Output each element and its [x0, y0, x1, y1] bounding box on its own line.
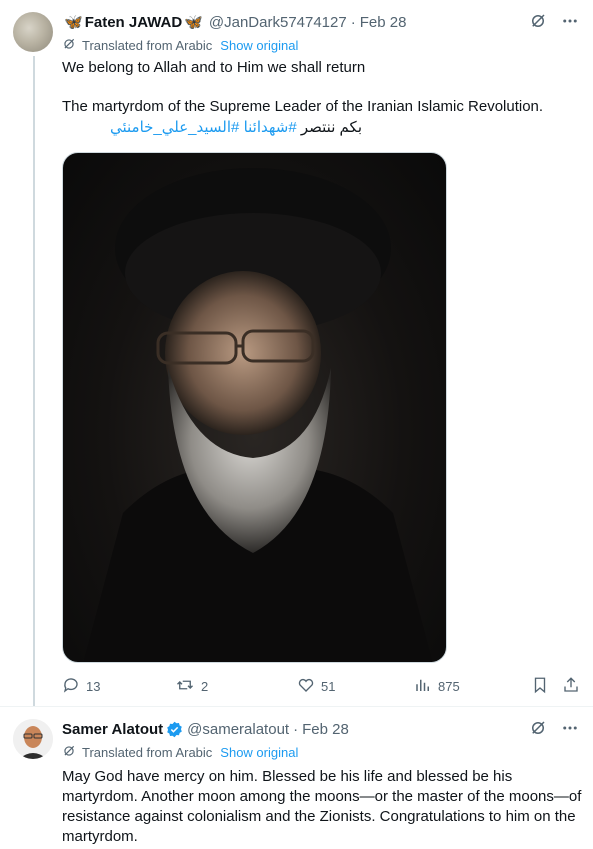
- tweet-faten-jawad[interactable]: 🦋 Faten JAWAD 🦋 @JanDark57474127 · Feb 2…: [0, 0, 593, 706]
- arabic-text: بكم ننتصر: [300, 119, 362, 136]
- tweet-header: 🦋 Faten JAWAD 🦋 @JanDark57474127 · Feb 2…: [62, 12, 406, 32]
- more-icon[interactable]: [561, 12, 579, 30]
- avatar[interactable]: [13, 719, 53, 759]
- grok-icon[interactable]: [529, 12, 547, 30]
- share-icon: [562, 676, 580, 697]
- tweet-samer-alatout[interactable]: Samer Alatout @sameralatout · Feb 28 Tra…: [0, 706, 593, 849]
- author-name[interactable]: Faten JAWAD: [85, 14, 183, 31]
- show-original-link[interactable]: Show original: [220, 38, 298, 53]
- repost-count: 2: [201, 679, 209, 694]
- thread-connector-line: [33, 56, 35, 706]
- tweet-top-actions: [529, 12, 579, 30]
- tweet-text-line: We belong to Allah and to Him we shall r…: [62, 59, 366, 76]
- tweet-date[interactable]: Feb 28: [302, 721, 349, 738]
- tweet-text: May God have mercy on him. Blessed be hi…: [62, 768, 582, 845]
- translated-label: Translated from Arabic: [82, 38, 213, 53]
- tweet-header: Samer Alatout @sameralatout · Feb 28: [62, 719, 349, 739]
- tweet-top-actions: [529, 719, 579, 737]
- author-handle[interactable]: @JanDark57474127: [209, 14, 347, 31]
- translated-label: Translated from Arabic: [82, 745, 213, 760]
- views-button[interactable]: 875: [414, 676, 460, 697]
- tweet-text-line: The martyrdom of the Supreme Leader of t…: [62, 98, 544, 115]
- bookmark-icon: [531, 676, 549, 697]
- like-button[interactable]: 51: [297, 676, 335, 697]
- like-icon: [297, 676, 315, 697]
- author-handle[interactable]: @sameralatout: [187, 721, 289, 738]
- author-name[interactable]: Samer Alatout: [62, 721, 163, 738]
- repost-icon: [175, 676, 195, 697]
- grok-icon[interactable]: [529, 719, 547, 737]
- bookmark-button[interactable]: [531, 676, 549, 697]
- hashtag-link[interactable]: #شهدائنا: [244, 119, 297, 136]
- repost-button[interactable]: 2: [175, 676, 208, 697]
- reply-count: 13: [86, 679, 101, 694]
- reply-icon: [62, 676, 80, 697]
- separator-dot: ·: [293, 720, 299, 738]
- verified-badge-icon: [166, 721, 183, 738]
- views-icon: [414, 676, 432, 697]
- show-original-link[interactable]: Show original: [220, 745, 298, 760]
- hashtag-link[interactable]: #السيد_علي_خامنئي: [110, 119, 239, 136]
- more-icon[interactable]: [561, 719, 579, 737]
- share-button[interactable]: [562, 676, 580, 697]
- tweet-action-bar: 13 2 51 875: [62, 676, 582, 696]
- butterfly-icon: 🦋: [64, 14, 83, 31]
- reply-button[interactable]: 13: [62, 676, 100, 697]
- translation-notice: Translated from Arabic Show original: [62, 744, 298, 761]
- translation-notice: Translated from Arabic Show original: [62, 37, 298, 54]
- tweet-media-photo[interactable]: [62, 152, 447, 663]
- translate-icon: [62, 37, 76, 54]
- separator-dot: ·: [350, 13, 356, 31]
- view-count: 875: [438, 679, 460, 694]
- avatar[interactable]: [13, 12, 53, 52]
- tweet-hashtag-line: بكم ننتصر #شهدائنا #السيد_علي_خامنئي: [62, 118, 362, 138]
- portrait-photo-icon: [83, 168, 433, 662]
- tweet-date[interactable]: Feb 28: [360, 14, 407, 31]
- butterfly-icon: 🦋: [184, 14, 203, 31]
- like-count: 51: [321, 679, 336, 694]
- translate-icon: [62, 744, 76, 761]
